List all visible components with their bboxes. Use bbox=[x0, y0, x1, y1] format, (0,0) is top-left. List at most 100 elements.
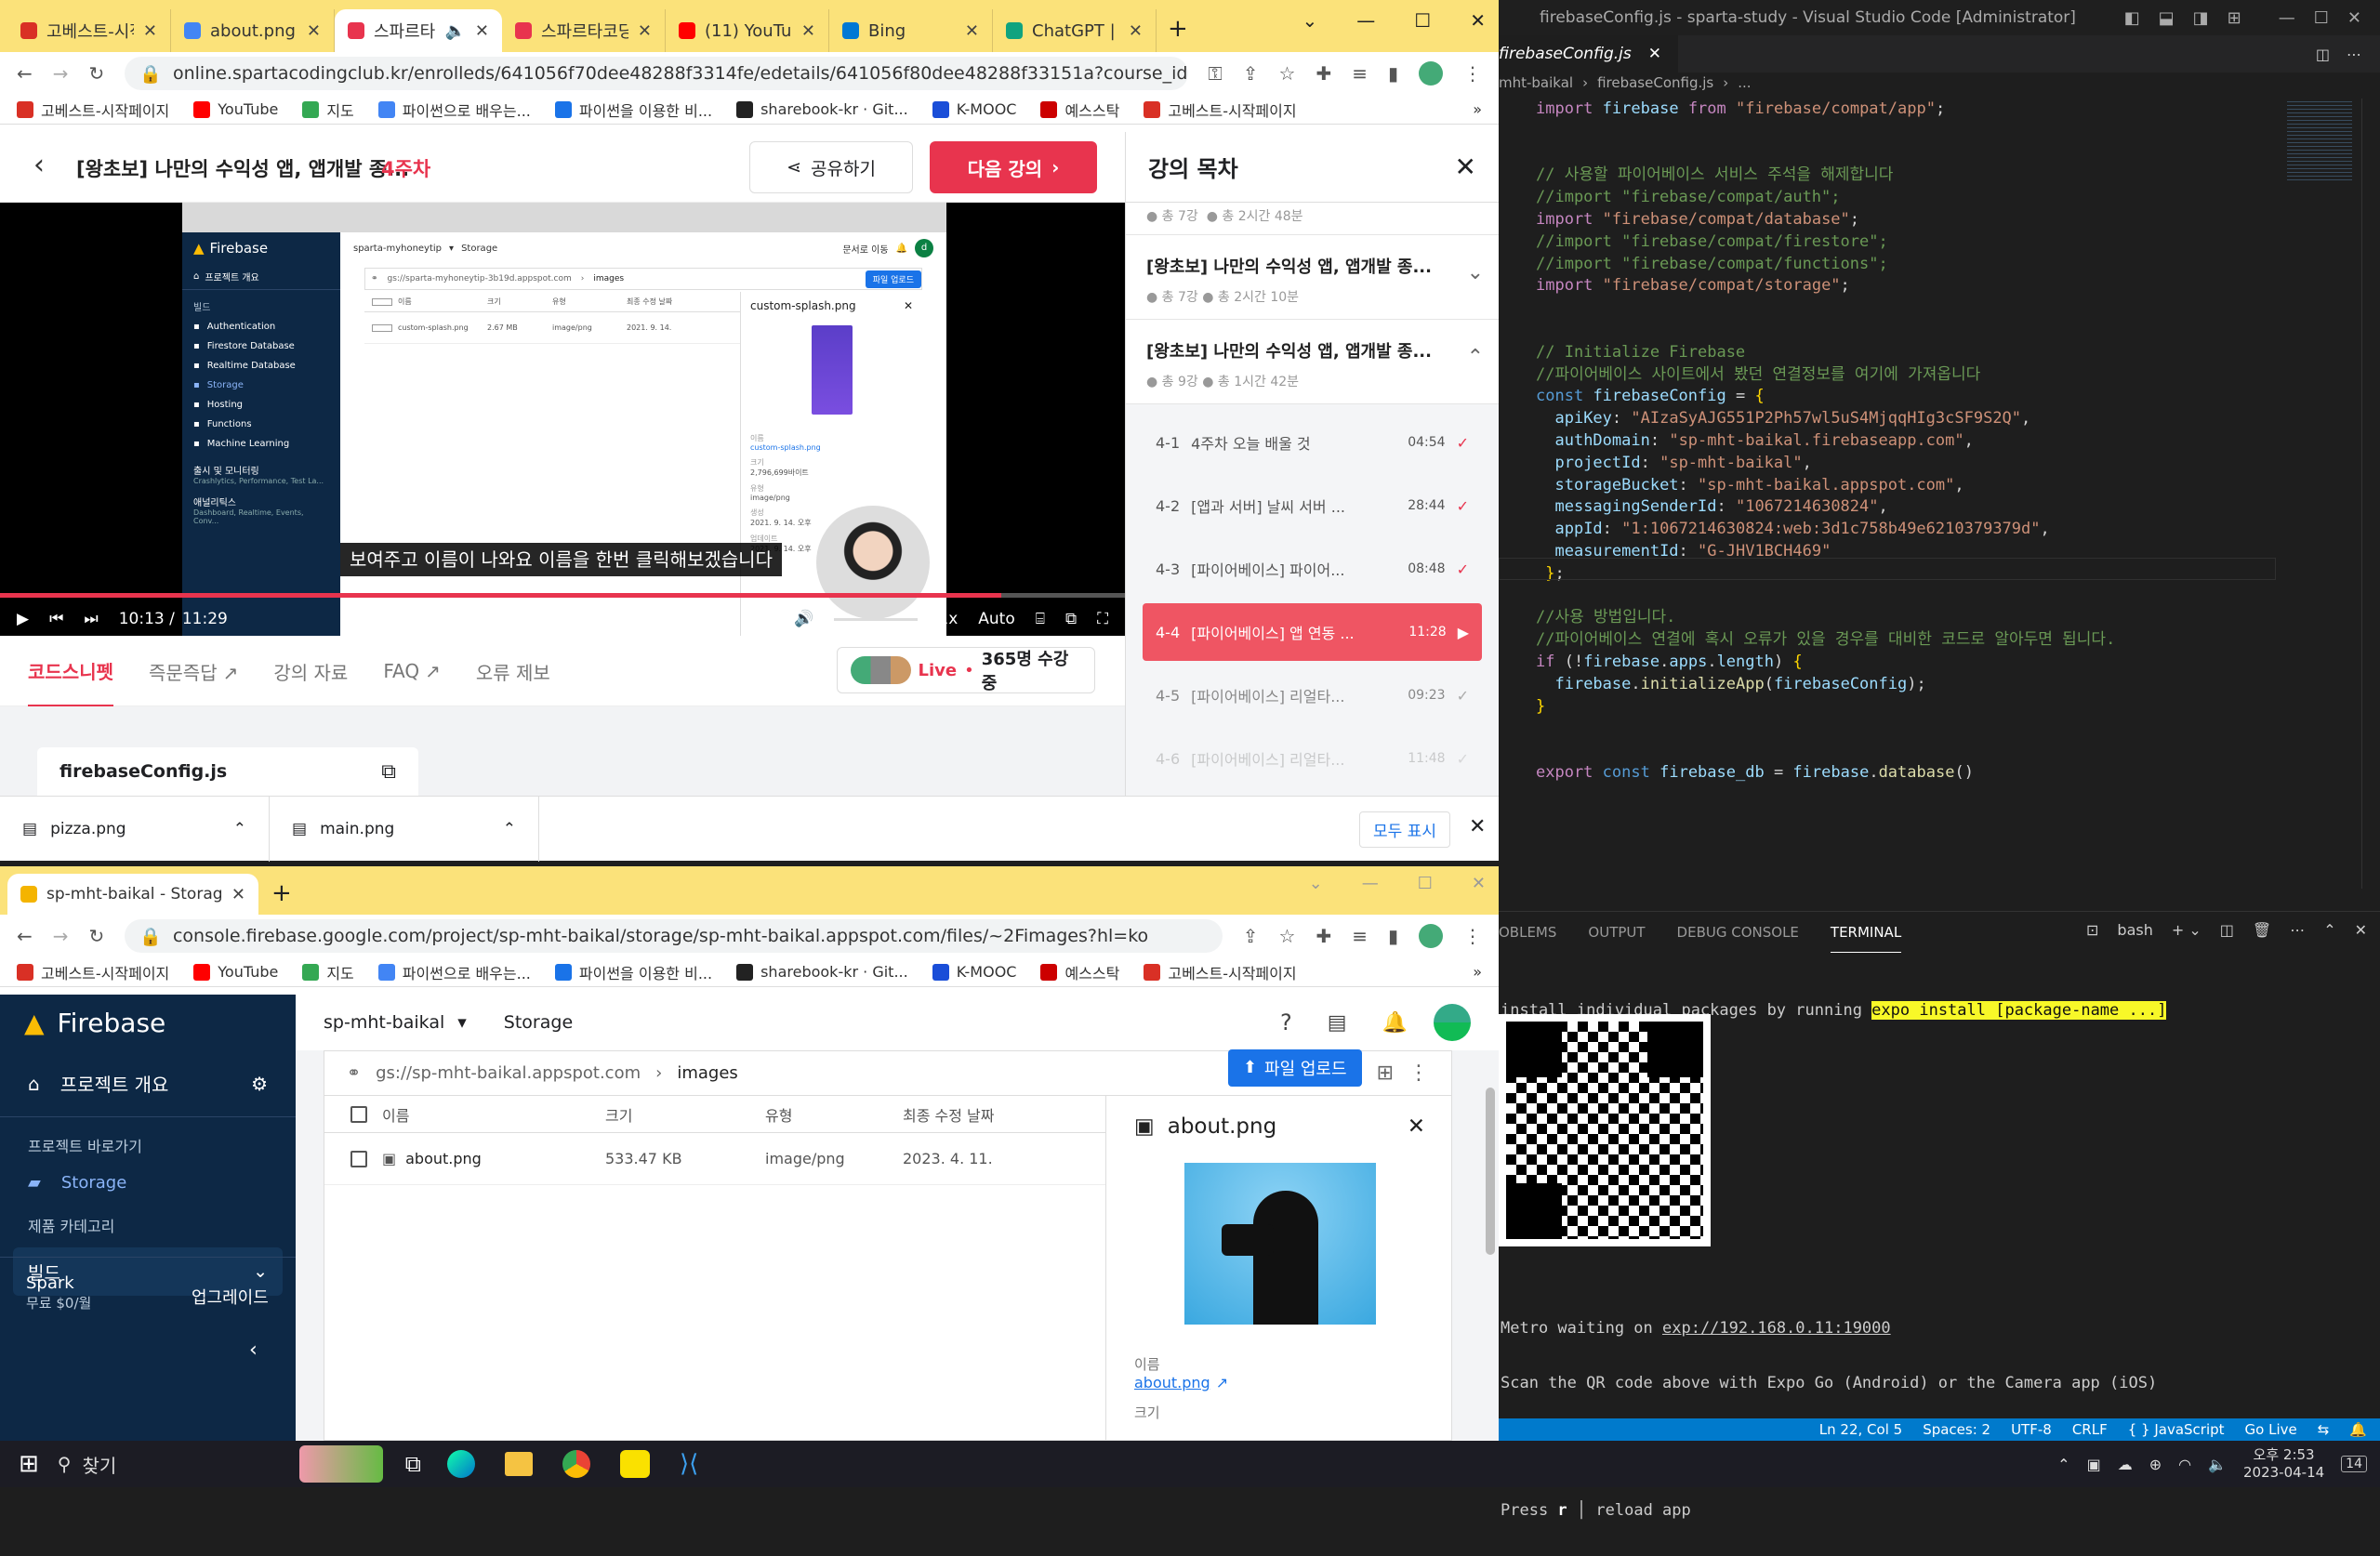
chevron-down-icon[interactable]: ⌄ bbox=[1467, 261, 1484, 284]
omnibox[interactable]: 🔒 online.spartacodingclub.kr/enrolleds/6… bbox=[125, 57, 1188, 90]
shell-name[interactable]: bash bbox=[2117, 921, 2152, 939]
chevron-up-icon[interactable]: ⌃ bbox=[1467, 346, 1484, 369]
clock-time[interactable]: 오후 2:53 bbox=[2243, 1446, 2324, 1464]
back-icon[interactable]: ← bbox=[17, 62, 33, 85]
quality-label[interactable]: Auto bbox=[978, 610, 1014, 628]
split-editor-icon[interactable]: ◫ bbox=[2316, 46, 2330, 63]
help-icon[interactable]: ? bbox=[1280, 1009, 1292, 1035]
bookmark-item[interactable]: 파이썬을 이용한 비... bbox=[554, 961, 712, 983]
bookmark-item[interactable]: sharebook-kr · Git... bbox=[736, 963, 908, 981]
tab-close-icon[interactable]: ✕ bbox=[475, 21, 489, 41]
bottom-share-icon[interactable]: ⇪ bbox=[1243, 925, 1259, 947]
forward-icon[interactable]: → bbox=[53, 62, 69, 85]
bottom-forward-icon[interactable]: → bbox=[53, 925, 69, 947]
fullscreen-icon[interactable]: ⛶ bbox=[1097, 610, 1108, 628]
collapse-sidebar-icon[interactable]: ‹ bbox=[249, 1338, 258, 1362]
new-terminal-icon[interactable]: + ⌄ bbox=[2172, 921, 2202, 939]
project-name[interactable]: sp-mht-baikal bbox=[324, 1012, 444, 1033]
show-all-button[interactable]: 모두 표시 bbox=[1359, 811, 1450, 848]
bookmark-item[interactable]: 고베스트-시작페이지 bbox=[17, 961, 169, 983]
bottom-tab-close-icon[interactable]: ✕ bbox=[231, 885, 245, 904]
open-external-icon[interactable]: ↗ bbox=[1216, 1374, 1228, 1391]
bottom-new-tab-icon[interactable]: + bbox=[271, 879, 292, 907]
bookmarks-overflow-icon[interactable]: » bbox=[1473, 100, 1482, 118]
toc-lesson[interactable]: 4-1 4주차 오늘 배울 것 04:54 ✓ bbox=[1143, 414, 1482, 471]
bottom-back-icon[interactable]: ← bbox=[17, 925, 33, 947]
tab-close-icon[interactable]: ✕ bbox=[965, 21, 979, 41]
share-button[interactable]: ⋖ 공유하기 bbox=[749, 141, 913, 193]
toc-section[interactable]: [왕초보] 나만의 수익성 앱, 앱개발 종... ● 총 9강 ● 총 1시간 … bbox=[1126, 320, 1499, 404]
sidepanel-icon[interactable]: ▮ bbox=[1388, 62, 1398, 85]
settings-gear-icon[interactable]: ⚙ bbox=[251, 1073, 268, 1095]
extensions-icon[interactable]: ✚ bbox=[1316, 62, 1331, 85]
bookmark-item[interactable]: 지도 bbox=[302, 961, 354, 983]
status-item[interactable]: { } JavaScript bbox=[2128, 1421, 2225, 1438]
taskbar-flower-icon[interactable] bbox=[298, 1445, 383, 1483]
notifications-icon[interactable]: 🔔 bbox=[1382, 1011, 1408, 1035]
bookmark-item[interactable]: 고베스트-시작페이지 bbox=[17, 99, 169, 121]
bookmarks-overflow-icon[interactable]: » bbox=[1473, 963, 1482, 981]
toc-close-icon[interactable]: ✕ bbox=[1455, 152, 1476, 182]
download-item[interactable]: ▤ pizza.png ⌃ bbox=[0, 796, 270, 862]
copy-icon[interactable]: ⧉ bbox=[381, 760, 396, 784]
panel-close-icon[interactable]: ✕ bbox=[1408, 1114, 1425, 1139]
bottom-star-icon[interactable]: ☆ bbox=[1279, 925, 1296, 947]
panel-tab[interactable]: DEBUG CONSOLE bbox=[1677, 924, 1799, 941]
account-avatar[interactable] bbox=[1434, 1004, 1471, 1041]
course-tab[interactable]: 코드스니펫 bbox=[28, 635, 113, 707]
media-icon[interactable]: ≡ bbox=[1352, 62, 1368, 85]
tab-close-icon[interactable]: ✕ bbox=[638, 21, 652, 41]
edge-icon[interactable] bbox=[446, 1450, 475, 1478]
bookmark-item[interactable]: 파이썬으로 배우는... bbox=[377, 961, 531, 983]
skip-forward-icon[interactable]: ⏭ bbox=[84, 610, 98, 628]
tray-app-icon[interactable]: ▣ bbox=[2087, 1456, 2101, 1473]
browser-tab[interactable]: about.png (18 ✕ bbox=[171, 9, 335, 52]
tab-close-icon[interactable]: ✕ bbox=[143, 21, 157, 41]
toc-lesson[interactable]: 4-2 [앱과 서버] 날씨 서버 ... 28:44 ✓ bbox=[1143, 477, 1482, 534]
menu-icon[interactable]: ⋮ bbox=[1463, 62, 1482, 85]
bottom-sidepanel-icon[interactable]: ▮ bbox=[1388, 925, 1398, 947]
maximize-icon[interactable]: ☐ bbox=[1414, 9, 1431, 32]
panel-tab[interactable]: TERMINAL bbox=[1830, 913, 1902, 953]
bottom-media-icon[interactable]: ≡ bbox=[1352, 925, 1368, 947]
tab-close-icon[interactable]: ✕ bbox=[307, 21, 321, 41]
column-header[interactable]: 최종 수정 날짜 bbox=[903, 1103, 1089, 1126]
vs-maximize-icon[interactable]: ☐ bbox=[2314, 8, 2329, 28]
metro-url[interactable]: exp://192.168.0.11:19000 bbox=[1662, 1319, 1891, 1338]
breadcrumb-item[interactable]: ... bbox=[1738, 74, 1751, 91]
key-icon[interactable]: ⚿ bbox=[1209, 62, 1223, 85]
toc-lesson[interactable]: 4-3 [파이어베이스] 파이어... 08:48 ✓ bbox=[1143, 540, 1482, 598]
tab-close-icon[interactable]: ✕ bbox=[801, 21, 815, 41]
browser-tab[interactable]: 스파르타코 🔈 ✕ bbox=[335, 9, 502, 52]
notifications-bell-icon[interactable]: 🔔 bbox=[2349, 1421, 2367, 1438]
vs-close-icon[interactable]: ✕ bbox=[2347, 8, 2361, 28]
bookmark-item[interactable]: 파이썬으로 배우는... bbox=[377, 99, 531, 121]
notification-badge[interactable]: 14 bbox=[2341, 1456, 2367, 1472]
tray-chevron-icon[interactable]: ⌃ bbox=[2057, 1456, 2069, 1473]
toc-lesson[interactable]: 4-6 [파이어베이스] 리얼타... 11:48 ✓ bbox=[1143, 730, 1482, 787]
clock-date[interactable]: 2023-04-14 bbox=[2243, 1464, 2324, 1482]
more-options-icon[interactable]: ⋮ bbox=[1408, 1062, 1429, 1085]
bottom-tab[interactable]: sp-mht-baikal - Storage - Fireb ✕ bbox=[7, 874, 258, 915]
bottom-minimize-icon[interactable]: — bbox=[1362, 874, 1379, 893]
toc-lesson[interactable]: 4-4 [파이어베이스] 앱 연동 ... 11:28 ▶ bbox=[1143, 603, 1482, 661]
accounts-icon[interactable]: ⇆ bbox=[2318, 1421, 2330, 1438]
windows-start-icon[interactable]: ⊞ bbox=[19, 1450, 39, 1478]
select-all-checkbox[interactable] bbox=[350, 1105, 367, 1123]
tab-search-icon[interactable]: ⌄ bbox=[1302, 9, 1318, 32]
status-item[interactable]: CRLF bbox=[2072, 1421, 2108, 1438]
bottom-maximize-icon[interactable]: ☐ bbox=[1418, 874, 1433, 893]
bottom-close-icon[interactable]: ✕ bbox=[1472, 874, 1486, 893]
progress-track[interactable] bbox=[0, 593, 1125, 598]
file-row[interactable]: ▣ about.png 533.47 KB image/png 2023. 4. 11. bbox=[324, 1133, 1105, 1185]
panel-more-icon[interactable]: ⋯ bbox=[2290, 921, 2305, 939]
upgrade-button[interactable]: 업그레이드 bbox=[192, 1285, 269, 1309]
skip-back-icon[interactable]: ⏮ bbox=[49, 610, 63, 628]
downloads-close-icon[interactable]: ✕ bbox=[1469, 815, 1486, 838]
pip-icon[interactable]: ⧉ bbox=[1065, 610, 1077, 628]
trash-icon[interactable]: 🗑 bbox=[2253, 921, 2271, 939]
tray-wifi-icon[interactable]: ◠ bbox=[2178, 1456, 2191, 1473]
close-panel-icon[interactable]: ✕ bbox=[2355, 921, 2367, 939]
reload-icon[interactable]: ↻ bbox=[89, 62, 105, 85]
panel-toggle-icon[interactable]: ⬓ bbox=[2159, 8, 2175, 28]
